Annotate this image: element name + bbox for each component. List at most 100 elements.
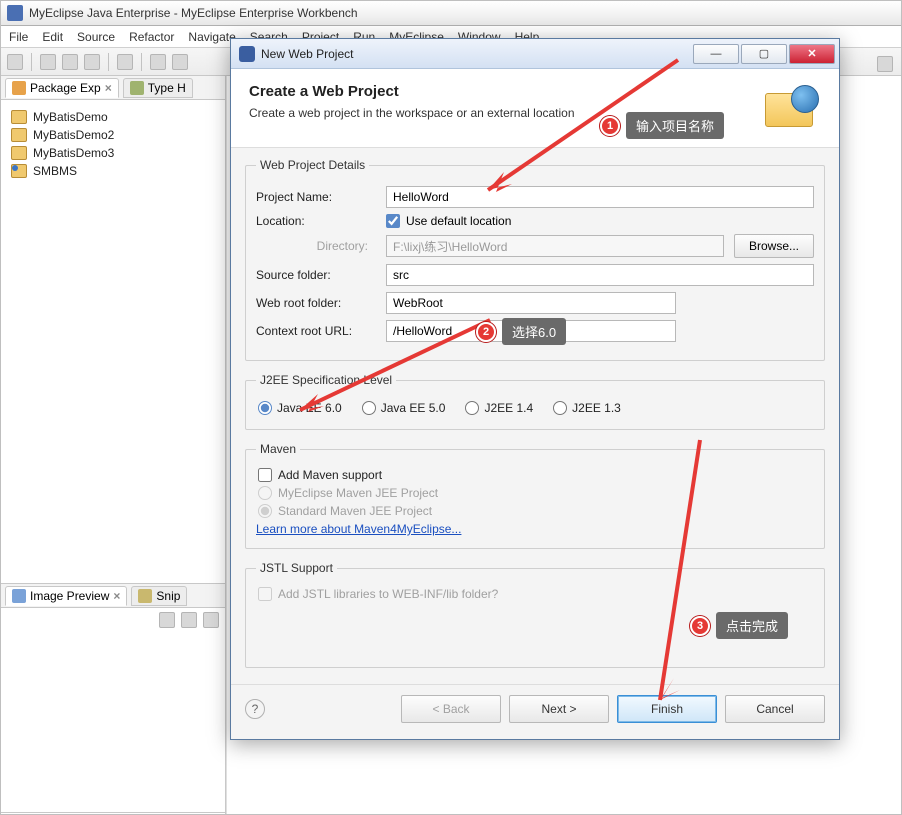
toolbar-separator: [31, 53, 32, 71]
menu-source[interactable]: Source: [77, 30, 115, 44]
workbench-title: MyEclipse Java Enterprise - MyEclipse En…: [29, 6, 358, 20]
finish-button[interactable]: Finish: [617, 695, 717, 723]
help-icon[interactable]: ?: [245, 699, 265, 719]
tab-label: Package Exp: [30, 81, 101, 95]
radio-j2ee-13[interactable]: J2EE 1.3: [553, 401, 621, 415]
package-icon: [12, 81, 26, 95]
tab-label: Snip: [156, 589, 180, 603]
project-item[interactable]: MyBatisDemo2: [7, 126, 219, 144]
add-maven-support-checkbox[interactable]: [258, 468, 272, 482]
web-root-label: Web root folder:: [256, 296, 376, 310]
use-default-location-checkbox[interactable]: [386, 214, 400, 228]
dialog-footer: ? < Back Next > Finish Cancel: [231, 684, 839, 739]
web-folder-icon: [11, 164, 27, 178]
back-button: < Back: [401, 695, 501, 723]
browse-button[interactable]: Browse...: [734, 234, 814, 258]
maven-group: Maven Add Maven support MyEclipse Maven …: [245, 442, 825, 549]
image-preview-panel: Image Preview × Snip: [1, 583, 226, 813]
project-label: SMBMS: [33, 164, 77, 178]
j2ee-spec-group: J2EE Specification Level Java EE 6.0 Jav…: [245, 373, 825, 430]
deploy-icon[interactable]: [117, 54, 133, 70]
directory-input: [386, 235, 724, 257]
maven-standard-radio: [258, 504, 272, 518]
workbench-titlebar: MyEclipse Java Enterprise - MyEclipse En…: [1, 1, 901, 26]
tab-image-preview[interactable]: Image Preview ×: [5, 586, 127, 606]
add-jstl-checkbox: [258, 587, 272, 601]
jstl-label: Add JSTL libraries to WEB-INF/lib folder…: [278, 587, 498, 601]
group-legend: J2EE Specification Level: [256, 373, 396, 387]
app-icon: [7, 5, 23, 21]
run-icon[interactable]: [150, 54, 166, 70]
menu-navigate[interactable]: Navigate: [188, 30, 235, 44]
maximize-button[interactable]: ▢: [741, 44, 787, 64]
use-default-location-label: Use default location: [406, 214, 511, 228]
dialog-header-title: Create a Web Project: [249, 83, 749, 100]
project-label: MyBatisDemo: [33, 110, 108, 124]
toolbar-separator: [141, 53, 142, 71]
tab-snippets[interactable]: Snip: [131, 586, 187, 606]
debug-icon[interactable]: [172, 54, 188, 70]
folder-icon: [11, 128, 27, 142]
project-name-input[interactable]: [386, 186, 814, 208]
toolbar-separator: [108, 53, 109, 71]
group-legend: Maven: [256, 442, 300, 456]
package-explorer-tabbar: Package Exp × Type H: [1, 76, 225, 100]
web-root-input[interactable]: [386, 292, 676, 314]
context-root-input[interactable]: [386, 320, 676, 342]
new-web-project-dialog: New Web Project — ▢ ✕ Create a Web Proje…: [230, 38, 840, 740]
group-legend: JSTL Support: [256, 561, 337, 575]
menu-refactor[interactable]: Refactor: [129, 30, 174, 44]
radio-java-ee-6[interactable]: Java EE 6.0: [258, 401, 342, 415]
refresh-icon[interactable]: [181, 612, 197, 628]
dialog-title: New Web Project: [261, 47, 693, 61]
add-maven-label: Add Maven support: [278, 468, 382, 482]
close-icon[interactable]: ×: [105, 81, 112, 95]
print-icon[interactable]: [84, 54, 100, 70]
group-legend: Web Project Details: [256, 158, 369, 172]
image-icon: [12, 589, 26, 603]
perspective-icon[interactable]: [877, 56, 893, 72]
directory-label: Directory:: [256, 239, 376, 253]
dialog-header-desc: Create a web project in the workspace or…: [249, 106, 749, 120]
zoom-icon[interactable]: [159, 612, 175, 628]
hierarchy-icon: [130, 81, 144, 95]
source-folder-label: Source folder:: [256, 268, 376, 282]
maven-learn-more-link[interactable]: Learn more about Maven4MyEclipse...: [256, 522, 461, 536]
source-folder-input[interactable]: [386, 264, 814, 286]
cancel-button[interactable]: Cancel: [725, 695, 825, 723]
project-label: MyBatisDemo3: [33, 146, 114, 160]
project-item[interactable]: SMBMS: [7, 162, 219, 180]
close-button[interactable]: ✕: [789, 44, 835, 64]
save-icon[interactable]: [40, 54, 56, 70]
location-label: Location:: [256, 214, 376, 228]
project-item[interactable]: MyBatisDemo3: [7, 144, 219, 162]
close-icon[interactable]: ×: [113, 589, 120, 603]
web-project-details-group: Web Project Details Project Name: Locati…: [245, 158, 825, 361]
next-button[interactable]: Next >: [509, 695, 609, 723]
settings-icon[interactable]: [203, 612, 219, 628]
menu-file[interactable]: File: [9, 30, 28, 44]
minimize-button[interactable]: —: [693, 44, 739, 64]
web-project-icon: [761, 83, 821, 133]
maven-opt1-label: MyEclipse Maven JEE Project: [278, 486, 438, 500]
maven-myeclipse-radio: [258, 486, 272, 500]
radio-j2ee-14[interactable]: J2EE 1.4: [465, 401, 533, 415]
dialog-titlebar[interactable]: New Web Project — ▢ ✕: [231, 39, 839, 69]
context-root-label: Context root URL:: [256, 324, 376, 338]
save-all-icon[interactable]: [62, 54, 78, 70]
folder-icon: [11, 146, 27, 160]
maven-opt2-label: Standard Maven JEE Project: [278, 504, 432, 518]
snippet-icon: [138, 589, 152, 603]
tab-label: Type H: [148, 81, 186, 95]
tab-type-hierarchy[interactable]: Type H: [123, 78, 193, 98]
menu-edit[interactable]: Edit: [42, 30, 63, 44]
new-icon[interactable]: [7, 54, 23, 70]
project-item[interactable]: MyBatisDemo: [7, 108, 219, 126]
project-label: MyBatisDemo2: [33, 128, 114, 142]
radio-java-ee-5[interactable]: Java EE 5.0: [362, 401, 446, 415]
tab-package-explorer[interactable]: Package Exp ×: [5, 78, 119, 98]
dialog-header: Create a Web Project Create a web projec…: [231, 69, 839, 148]
dialog-icon: [239, 46, 255, 62]
tab-label: Image Preview: [30, 589, 109, 603]
folder-icon: [11, 110, 27, 124]
